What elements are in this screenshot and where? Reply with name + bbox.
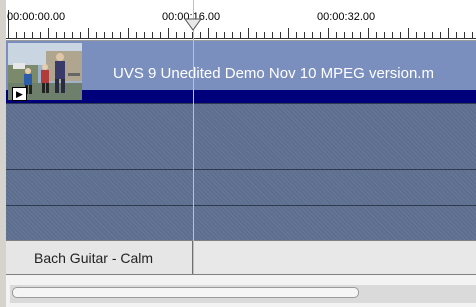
ruler-ticks: [6, 10, 476, 39]
time-ruler[interactable]: 00:00:00.00 00:00:16.00 00:00:32.00: [6, 0, 476, 41]
overlay-track-2[interactable]: [6, 170, 476, 205]
audio-track[interactable]: Bach Guitar - Calm: [6, 240, 476, 275]
playhead-line[interactable]: [193, 0, 194, 274]
video-track[interactable]: ▶ UVS 9 Unedited Demo Nov 10 MPEG versio…: [6, 41, 476, 103]
clip-title: UVS 9 Unedited Demo Nov 10 MPEG version.…: [113, 65, 434, 82]
overlay-track-1[interactable]: [6, 104, 476, 169]
overlay-track-3[interactable]: [6, 206, 476, 240]
speaker-icon[interactable]: ▶: [12, 87, 27, 101]
timeline-panel: 00:00:00.00 00:00:16.00 00:00:32.00 ▶ UV…: [0, 0, 476, 307]
ruler-label-32: 00:00:32.00: [317, 11, 376, 23]
horizontal-scrollbar[interactable]: [10, 285, 476, 303]
audio-clip[interactable]: Bach Guitar - Calm: [6, 241, 193, 274]
scrollbar-thumb[interactable]: [12, 287, 359, 298]
playhead-marker-icon[interactable]: [184, 18, 202, 37]
ruler-label-0: 00:00:00.00: [7, 11, 66, 23]
horizontal-scroll-area: [6, 275, 476, 307]
audio-clip-label: Bach Guitar - Calm: [34, 250, 154, 266]
video-clip[interactable]: ▶ UVS 9 Unedited Demo Nov 10 MPEG versio…: [6, 41, 476, 103]
